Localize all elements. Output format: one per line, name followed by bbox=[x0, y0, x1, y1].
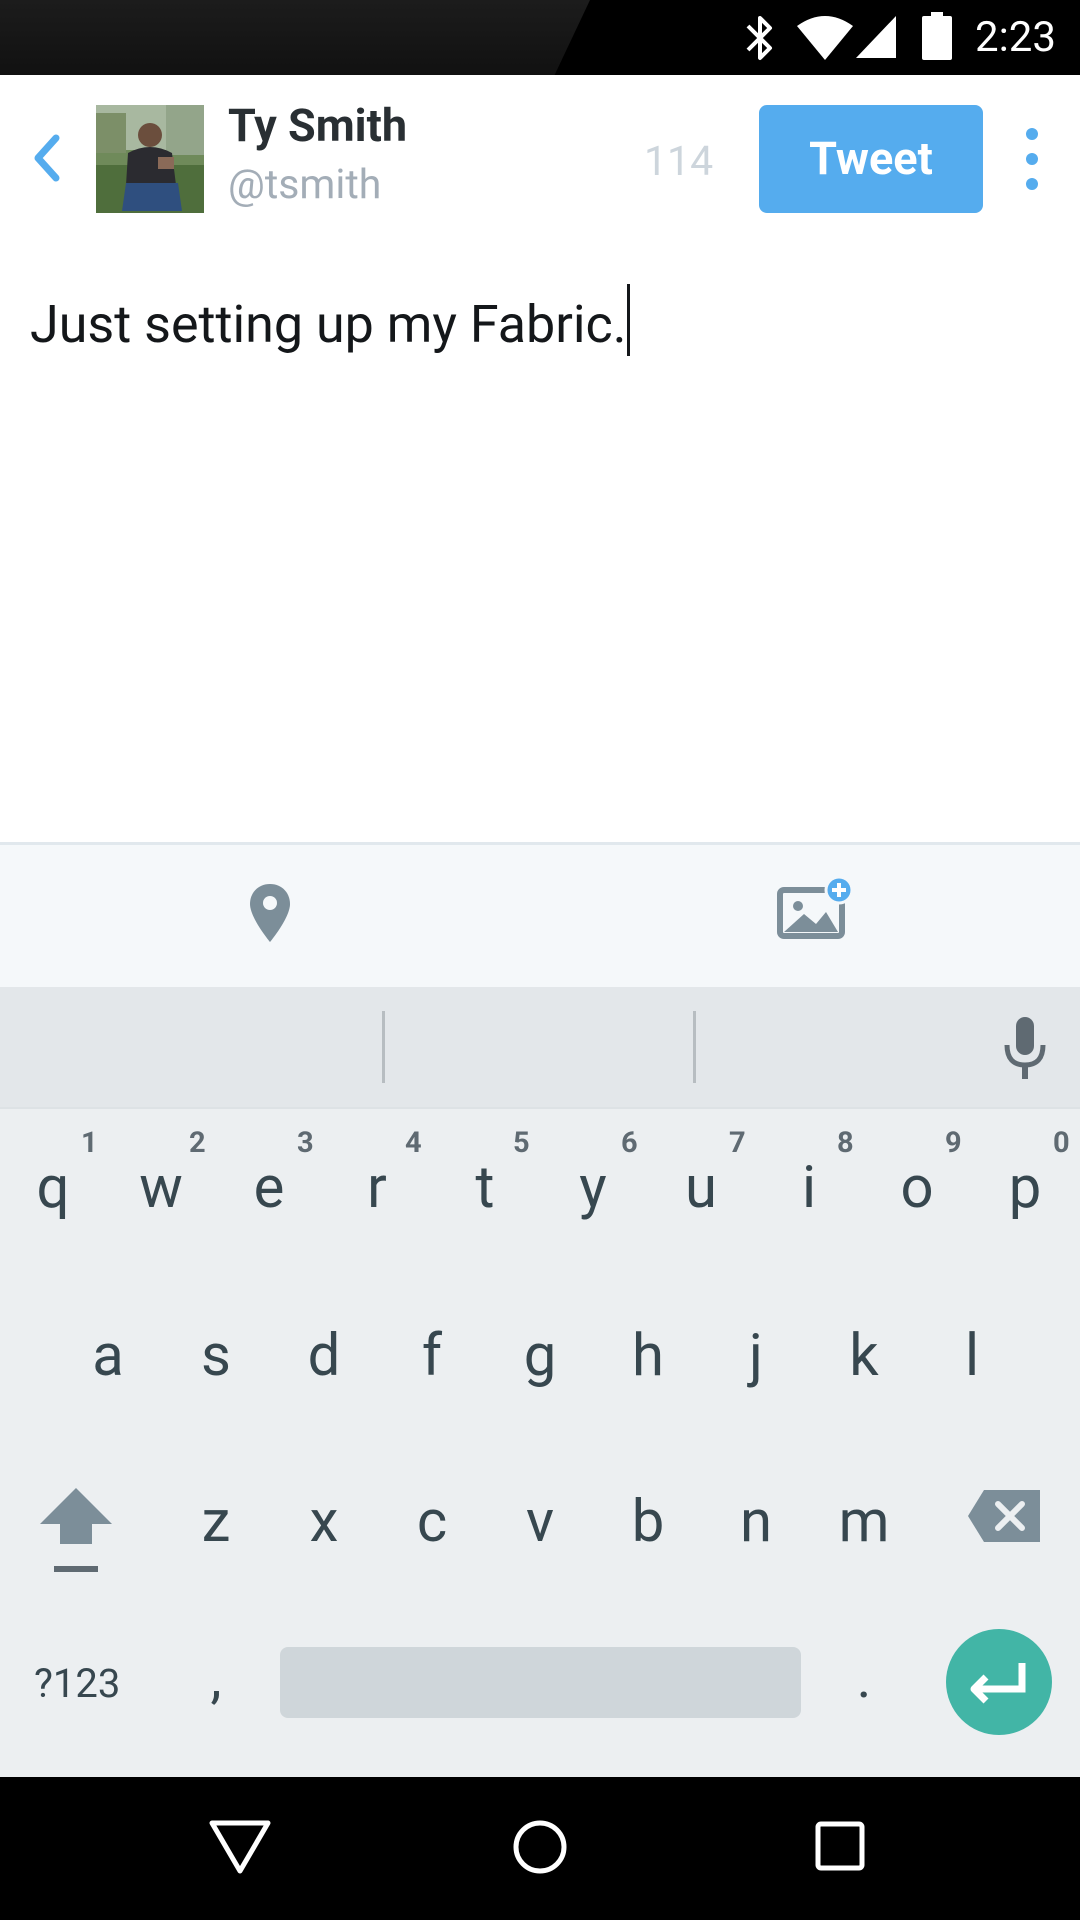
key-k[interactable]: k bbox=[810, 1318, 918, 1394]
microphone-icon[interactable] bbox=[1002, 1017, 1048, 1081]
location-pin-icon[interactable] bbox=[248, 882, 292, 944]
key-x[interactable]: x bbox=[270, 1484, 378, 1560]
character-counter: 114 bbox=[644, 138, 714, 186]
key-u[interactable]: u bbox=[647, 1150, 755, 1226]
key-n[interactable]: n bbox=[702, 1484, 810, 1560]
suggestion-strip bbox=[0, 987, 1080, 1107]
chevron-left-icon[interactable] bbox=[30, 134, 64, 182]
display-name: Ty Smith bbox=[228, 99, 408, 152]
key-h[interactable]: h bbox=[594, 1318, 702, 1394]
wifi-icon bbox=[797, 16, 853, 60]
comma-key[interactable]: , bbox=[162, 1640, 270, 1716]
tweet-compose-input[interactable]: Just setting up my Fabric. bbox=[30, 284, 631, 361]
key-y[interactable]: y bbox=[539, 1150, 647, 1226]
key-c[interactable]: c bbox=[378, 1484, 486, 1560]
key-q[interactable]: q bbox=[0, 1150, 107, 1226]
key-hint-0: 0 bbox=[1053, 1126, 1070, 1160]
key-hint-7: 7 bbox=[729, 1126, 746, 1160]
key-w[interactable]: w bbox=[107, 1150, 215, 1226]
key-v[interactable]: v bbox=[486, 1484, 594, 1560]
key-hint-2: 2 bbox=[189, 1126, 206, 1160]
key-o[interactable]: o bbox=[863, 1150, 971, 1226]
key-b[interactable]: b bbox=[594, 1484, 702, 1560]
key-t[interactable]: t bbox=[431, 1150, 539, 1226]
key-r[interactable]: r bbox=[323, 1150, 431, 1226]
user-handle: @tsmith bbox=[228, 161, 382, 209]
home-nav-icon[interactable] bbox=[512, 1819, 568, 1875]
key-a[interactable]: a bbox=[54, 1318, 162, 1394]
key-z[interactable]: z bbox=[162, 1484, 270, 1560]
space-key[interactable] bbox=[280, 1647, 801, 1718]
key-j[interactable]: j bbox=[702, 1318, 810, 1394]
key-g[interactable]: g bbox=[486, 1318, 594, 1394]
backspace-icon[interactable] bbox=[966, 1488, 1042, 1544]
status-bar: 2:23 bbox=[0, 0, 1080, 75]
symbols-key[interactable]: ?123 bbox=[34, 1656, 120, 1712]
key-hint-6: 6 bbox=[621, 1126, 638, 1160]
key-m[interactable]: m bbox=[810, 1484, 918, 1560]
period-key[interactable]: . bbox=[810, 1640, 918, 1716]
key-p[interactable]: p bbox=[971, 1150, 1079, 1226]
cell-signal-icon bbox=[856, 16, 896, 58]
recents-nav-icon[interactable] bbox=[815, 1821, 865, 1871]
key-hint-5: 5 bbox=[513, 1126, 530, 1160]
overflow-menu-icon[interactable] bbox=[1020, 122, 1044, 196]
text-caret bbox=[627, 284, 631, 356]
key-hint-4: 4 bbox=[405, 1126, 422, 1160]
enter-key[interactable] bbox=[946, 1629, 1052, 1735]
key-hint-8: 8 bbox=[837, 1126, 854, 1160]
key-i[interactable]: i bbox=[755, 1150, 863, 1226]
key-hint-1: 1 bbox=[81, 1126, 98, 1160]
navigation-bar bbox=[0, 1777, 1080, 1920]
enter-icon bbox=[970, 1663, 1026, 1704]
status-time: 2:23 bbox=[975, 13, 1056, 62]
bluetooth-icon bbox=[746, 16, 772, 60]
key-d[interactable]: d bbox=[270, 1318, 378, 1394]
add-photo-icon[interactable] bbox=[776, 876, 854, 940]
back-nav-icon[interactable] bbox=[208, 1819, 272, 1875]
key-s[interactable]: s bbox=[162, 1318, 270, 1394]
tweet-button[interactable]: Tweet bbox=[759, 105, 983, 213]
compose-text-value: Just setting up my Fabric. bbox=[30, 294, 627, 355]
battery-icon bbox=[922, 12, 952, 60]
key-hint-9: 9 bbox=[945, 1126, 962, 1160]
key-l[interactable]: l bbox=[918, 1318, 1026, 1394]
shift-icon[interactable] bbox=[38, 1486, 114, 1576]
key-hint-3: 3 bbox=[297, 1126, 314, 1160]
key-f[interactable]: f bbox=[378, 1318, 486, 1394]
avatar[interactable] bbox=[96, 105, 204, 213]
key-e[interactable]: e bbox=[215, 1150, 323, 1226]
attachment-bar bbox=[0, 842, 1080, 987]
